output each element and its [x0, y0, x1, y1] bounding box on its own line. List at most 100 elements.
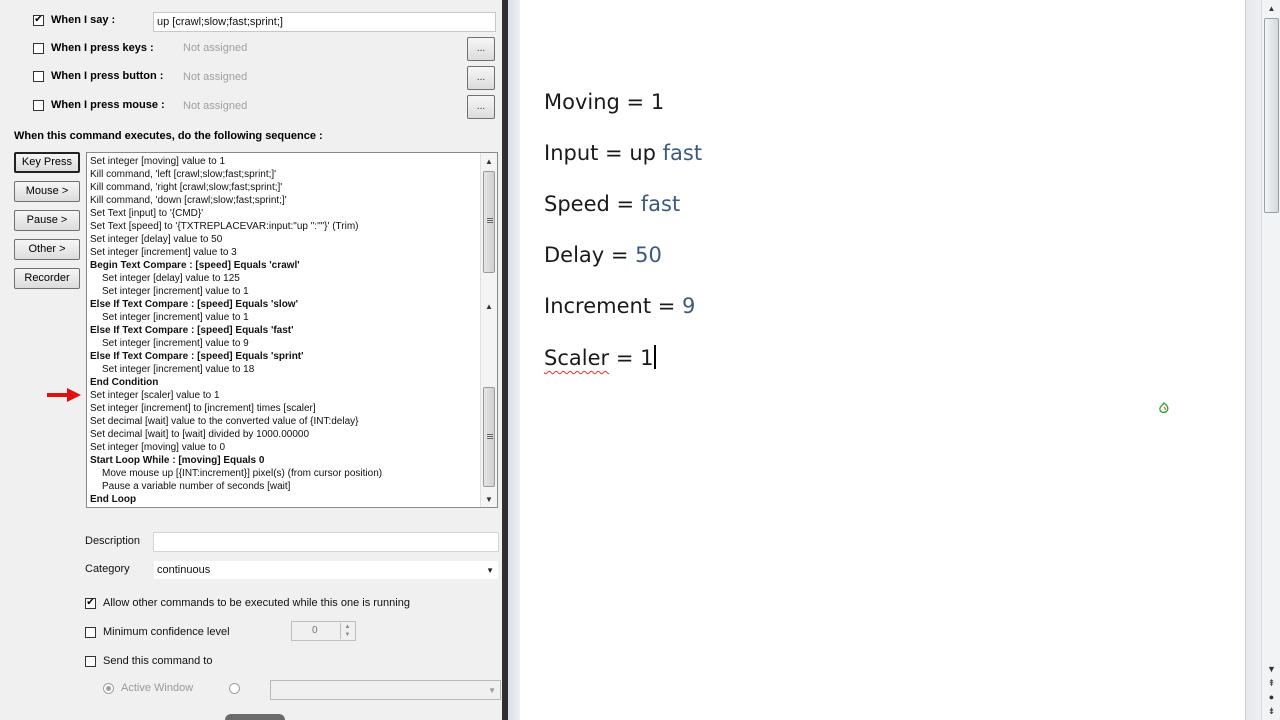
editor-scroll-thumb[interactable]: [1264, 18, 1279, 213]
when-i-press-button-row: When I press button :: [33, 68, 163, 84]
sequence-action[interactable]: Set integer [increment] value to 18: [90, 363, 478, 376]
sequence-action[interactable]: Kill command, 'left [crawl;slow;fast;spr…: [90, 168, 478, 181]
sequence-action[interactable]: Set integer [delay] value to 125: [90, 272, 478, 285]
sequence-action[interactable]: Set integer [increment] value to 1: [90, 311, 478, 324]
when-i-say-row: ✔ When I say :: [33, 12, 115, 28]
when-i-press-keys-checkbox[interactable]: [33, 42, 44, 54]
chevron-down-icon[interactable]: ▼: [486, 566, 494, 575]
active-window-option: Active Window: [103, 681, 193, 695]
active-window-radio[interactable]: [103, 682, 114, 694]
doc-value: 50: [635, 243, 662, 267]
min-confidence-value: 0: [312, 625, 318, 636]
sequence-action[interactable]: End Condition: [90, 376, 478, 389]
description-input[interactable]: [153, 532, 499, 552]
doc-line-input: Input = up fast: [544, 141, 1224, 192]
specific-window-radio[interactable]: [229, 682, 240, 694]
sequence-action[interactable]: Set Text [speed] to '{TXTREPLACEVAR:inpu…: [90, 220, 478, 233]
editor-scrollbar[interactable]: ▲ ▼ ⇞ ● ⇟: [1261, 0, 1280, 720]
category-select[interactable]: continuous ▼: [153, 560, 499, 580]
next-page-icon[interactable]: ⇟: [1265, 704, 1278, 718]
send-to-checkbox[interactable]: [85, 655, 96, 667]
sequence-action[interactable]: Set integer [moving] value to 1: [90, 155, 478, 168]
sequence-action[interactable]: Set integer [scaler] value to 1: [90, 389, 478, 402]
button-browse-button[interactable]: ...: [467, 66, 495, 90]
recorder-button[interactable]: Recorder: [14, 268, 80, 289]
sequence-action[interactable]: Set Text [input] to '{CMD}': [90, 207, 478, 220]
when-i-say-checkbox[interactable]: ✔: [33, 14, 44, 26]
mouse-menu-button[interactable]: Mouse >: [14, 181, 80, 202]
min-confidence-stepper[interactable]: 0 ▲ ▼: [291, 621, 356, 641]
pause-menu-button[interactable]: Pause >: [14, 210, 80, 231]
window-select[interactable]: ▼: [270, 680, 501, 700]
description-label: Description: [85, 535, 141, 547]
sequence-action[interactable]: Set integer [moving] value to 0: [90, 441, 478, 454]
previous-page-icon[interactable]: ⇞: [1265, 676, 1278, 690]
scroll-up-icon[interactable]: ▲: [481, 155, 497, 168]
doc-label: Delay =: [544, 243, 636, 267]
doc-label: Input = up: [544, 141, 663, 165]
scroll-thumb-bottom[interactable]: [483, 387, 495, 487]
allow-other-option: ✔ Allow other commands to be executed wh…: [85, 596, 410, 610]
scroll-down-icon[interactable]: ▼: [481, 493, 497, 506]
document-body[interactable]: Moving = 1 Input = up fast Speed = fast …: [544, 90, 1224, 396]
other-menu-button[interactable]: Other >: [14, 239, 80, 260]
scroll-up-icon[interactable]: ▲: [481, 300, 497, 313]
doc-value: fast: [662, 141, 703, 165]
when-i-press-mouse-row: When I press mouse :: [33, 97, 165, 113]
doc-label: Speed =: [544, 192, 641, 216]
when-i-press-button-checkbox[interactable]: [33, 70, 44, 82]
sequence-action[interactable]: Kill command, 'down [crawl;slow;fast;spr…: [90, 194, 478, 207]
sequence-action[interactable]: Set decimal [wait] value to the converte…: [90, 415, 478, 428]
when-i-say-input[interactable]: up [crawl;slow;fast;sprint;]: [153, 12, 496, 32]
red-arrow-icon: [47, 388, 81, 402]
action-sequence-items: Set integer [moving] value to 1 Kill comm…: [90, 155, 478, 506]
send-to-label: Send this command to: [103, 655, 213, 667]
doc-line-delay: Delay = 50: [544, 243, 1224, 294]
sequence-title: When this command executes, do the follo…: [14, 130, 323, 142]
doc-line-increment: Increment = 9: [544, 294, 1224, 345]
action-sequence-list[interactable]: Set integer [moving] value to 1 Kill comm…: [86, 152, 498, 508]
sequence-scrollbar[interactable]: ▲ ▲ ▼: [480, 153, 497, 507]
allow-other-checkbox[interactable]: ✔: [85, 597, 96, 609]
sequence-action[interactable]: Kill command, 'right [crawl;slow;fast;sp…: [90, 181, 478, 194]
stepper-arrows-icon[interactable]: ▲ ▼: [340, 623, 354, 639]
when-i-press-button-label: When I press button :: [51, 70, 164, 82]
scroll-up-icon[interactable]: ▲: [1264, 2, 1279, 16]
key-press-button[interactable]: Key Press: [14, 152, 80, 173]
when-i-say-label: When I say :: [51, 14, 116, 26]
sequence-action[interactable]: Start Loop While : [moving] Equals 0: [90, 454, 478, 467]
doc-value: fast: [640, 192, 681, 216]
doc-line-moving: Moving = 1: [544, 90, 1224, 141]
scroll-thumb-top[interactable]: [483, 171, 495, 273]
command-editor-panel: ✔ When I say : up [crawl;slow;fast;sprin…: [0, 0, 508, 720]
sequence-action[interactable]: Move mouse up [{INT:increment}] pixel(s)…: [90, 467, 478, 480]
busy-cursor-icon: [1159, 402, 1169, 414]
keys-browse-button[interactable]: ...: [467, 37, 495, 61]
sequence-action[interactable]: Pause a variable number of seconds [wait…: [90, 480, 478, 493]
category-label: Category: [85, 563, 130, 575]
min-confidence-option: Minimum confidence level: [85, 625, 230, 639]
button-value: Not assigned: [183, 71, 248, 83]
sequence-action[interactable]: End Loop: [90, 493, 478, 506]
sequence-action[interactable]: Else If Text Compare : [speed] Equals 'f…: [90, 324, 478, 337]
active-window-label: Active Window: [121, 682, 194, 694]
sequence-action[interactable]: Set decimal [wait] to [wait] divided by …: [90, 428, 478, 441]
mouse-browse-button[interactable]: ...: [467, 95, 495, 119]
when-i-press-mouse-label: When I press mouse :: [51, 99, 165, 111]
category-value: continuous: [157, 564, 211, 576]
browse-object-icon[interactable]: ●: [1265, 690, 1278, 704]
sequence-action[interactable]: Set integer [delay] value to 50: [90, 233, 478, 246]
when-i-press-mouse-checkbox[interactable]: [33, 99, 44, 111]
min-confidence-checkbox[interactable]: [85, 626, 96, 638]
sequence-action[interactable]: Set integer [increment] value to 3: [90, 246, 478, 259]
sequence-action[interactable]: Else If Text Compare : [speed] Equals 's…: [90, 298, 478, 311]
keys-value: Not assigned: [183, 42, 248, 54]
document-editor[interactable]: Moving = 1 Input = up fast Speed = fast …: [508, 0, 1280, 720]
sequence-action[interactable]: Else If Text Compare : [speed] Equals 's…: [90, 350, 478, 363]
sequence-action[interactable]: Set integer [increment] value to 9: [90, 337, 478, 350]
chevron-down-icon[interactable]: ▼: [488, 686, 496, 695]
sequence-action[interactable]: Set integer [increment] value to 1: [90, 285, 478, 298]
scroll-down-icon[interactable]: ▼: [1265, 662, 1278, 676]
sequence-action[interactable]: Begin Text Compare : [speed] Equals 'cra…: [90, 259, 478, 272]
sequence-action[interactable]: Set integer [increment] to [increment] t…: [90, 402, 478, 415]
